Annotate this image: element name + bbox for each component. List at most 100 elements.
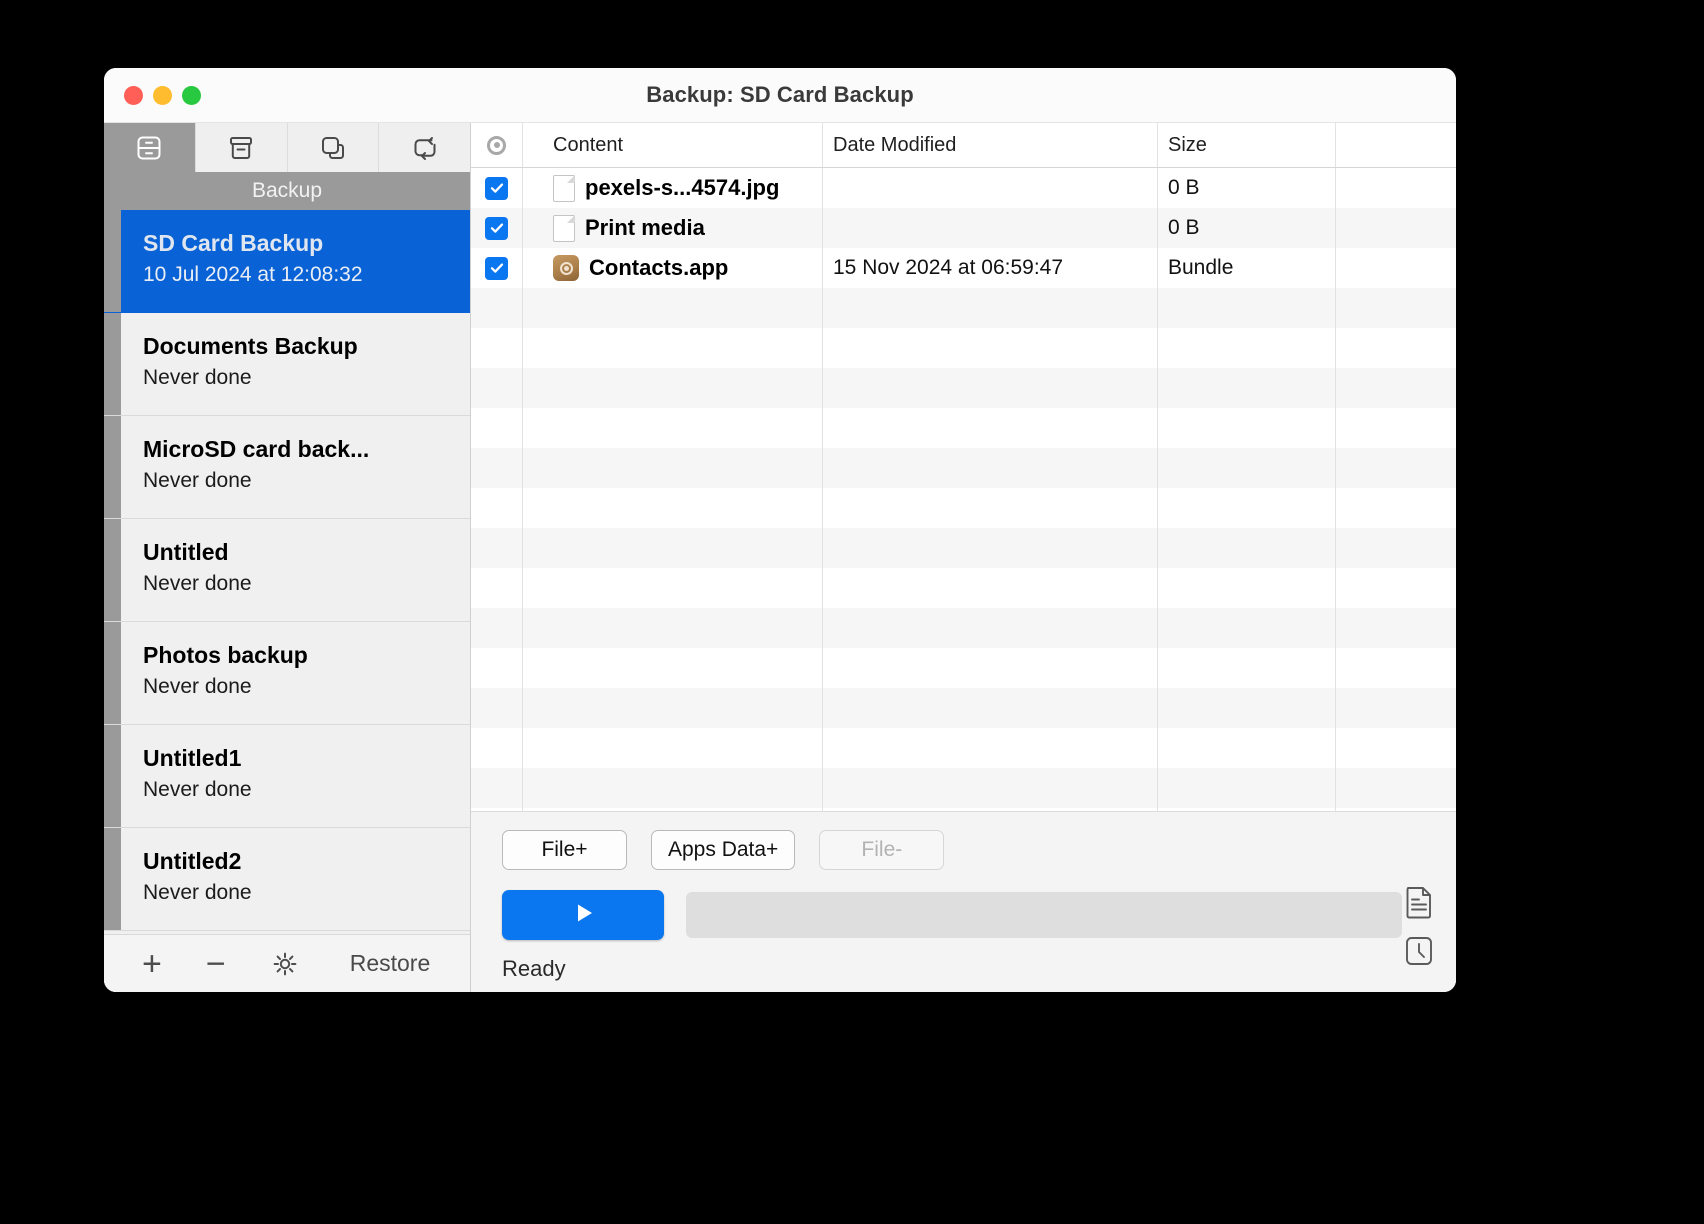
row-checkbox-cell[interactable] bbox=[471, 248, 523, 288]
table-empty-row bbox=[471, 488, 1456, 528]
backup-job-subtitle: Never done bbox=[143, 571, 470, 597]
gear-icon[interactable] bbox=[270, 949, 300, 979]
backup-job-item[interactable]: UntitledNever done bbox=[104, 519, 470, 622]
remove-backup-button[interactable]: − bbox=[206, 947, 226, 981]
empty-date-cell bbox=[823, 488, 1158, 528]
empty-check-cell bbox=[471, 568, 523, 608]
empty-spacer-cell bbox=[1336, 448, 1456, 488]
app-bundle-icon bbox=[553, 255, 579, 281]
sidebar: Backup SD Card Backup10 Jul 2024 at 12:0… bbox=[104, 123, 471, 992]
column-header-content[interactable]: Content bbox=[523, 123, 823, 167]
column-header-date-modified[interactable]: Date Modified bbox=[823, 123, 1158, 167]
backup-job-gutter bbox=[104, 725, 121, 827]
row-size-cell: 0 B bbox=[1158, 208, 1336, 248]
tab-archive[interactable] bbox=[196, 123, 288, 172]
backup-job-body: Photos backupNever done bbox=[121, 622, 470, 724]
action-button-apps-data[interactable]: Apps Data+ bbox=[651, 830, 795, 870]
table-empty-row bbox=[471, 648, 1456, 688]
table-row[interactable]: Print media0 B bbox=[471, 208, 1456, 248]
content-table: Content Date Modified Size pexels-s...45… bbox=[471, 123, 1456, 811]
add-backup-button[interactable]: + bbox=[142, 947, 162, 981]
backup-job-subtitle: Never done bbox=[143, 777, 470, 803]
window-title: Backup: SD Card Backup bbox=[104, 82, 1456, 108]
table-row[interactable]: Contacts.app15 Nov 2024 at 06:59:47Bundl… bbox=[471, 248, 1456, 288]
empty-check-cell bbox=[471, 648, 523, 688]
row-checkbox-cell[interactable] bbox=[471, 208, 523, 248]
empty-spacer-cell bbox=[1336, 688, 1456, 728]
empty-spacer-cell bbox=[1336, 328, 1456, 368]
row-size-value: 0 B bbox=[1168, 216, 1200, 240]
empty-spacer-cell bbox=[1336, 768, 1456, 808]
backup-job-subtitle: Never done bbox=[143, 674, 470, 700]
title-bar: Backup: SD Card Backup bbox=[104, 68, 1456, 123]
backup-job-subtitle: 10 Jul 2024 at 12:08:32 bbox=[143, 262, 470, 288]
restore-button[interactable]: Restore bbox=[350, 950, 431, 977]
backup-job-body: MicroSD card back... Never done bbox=[121, 416, 470, 518]
tab-sync[interactable] bbox=[379, 123, 470, 172]
empty-content-cell bbox=[523, 568, 823, 608]
backup-job-subtitle: Never done bbox=[143, 468, 470, 494]
row-checkbox-cell[interactable] bbox=[471, 168, 523, 208]
minimize-button[interactable] bbox=[153, 86, 172, 105]
checkbox-checked-icon[interactable] bbox=[485, 177, 508, 200]
empty-size-cell bbox=[1158, 728, 1336, 768]
empty-size-cell bbox=[1158, 488, 1336, 528]
empty-check-cell bbox=[471, 368, 523, 408]
row-date-cell bbox=[823, 208, 1158, 248]
history-clock-icon[interactable] bbox=[1402, 933, 1436, 969]
backup-job-body: UntitledNever done bbox=[121, 519, 470, 621]
drive-icon bbox=[134, 133, 164, 163]
table-row[interactable]: pexels-s...4574.jpg0 B bbox=[471, 168, 1456, 208]
empty-date-cell bbox=[823, 688, 1158, 728]
action-button-row: File+Apps Data+File- bbox=[471, 830, 1456, 870]
row-content-cell: pexels-s...4574.jpg bbox=[523, 168, 823, 208]
run-backup-button[interactable] bbox=[502, 890, 664, 940]
play-icon bbox=[568, 898, 598, 933]
backup-job-subtitle: Never done bbox=[143, 365, 470, 391]
zoom-button[interactable] bbox=[182, 86, 201, 105]
empty-content-cell bbox=[523, 288, 823, 328]
close-button[interactable] bbox=[124, 86, 143, 105]
tab-clone[interactable] bbox=[288, 123, 380, 172]
column-header-size[interactable]: Size bbox=[1158, 123, 1336, 167]
row-size-value: Bundle bbox=[1168, 256, 1233, 280]
backup-job-item[interactable]: Untitled1Never done bbox=[104, 725, 470, 828]
empty-size-cell bbox=[1158, 328, 1336, 368]
empty-content-cell bbox=[523, 328, 823, 368]
backup-job-item[interactable]: SD Card Backup10 Jul 2024 at 12:08:32 bbox=[104, 210, 470, 313]
backup-job-title: Untitled2 bbox=[143, 847, 470, 876]
empty-content-cell bbox=[523, 688, 823, 728]
empty-spacer-cell bbox=[1336, 568, 1456, 608]
empty-date-cell bbox=[823, 728, 1158, 768]
file-icon bbox=[553, 215, 575, 242]
action-button-file[interactable]: File+ bbox=[502, 830, 627, 870]
log-document-icon[interactable] bbox=[1402, 884, 1436, 920]
backup-job-item[interactable]: MicroSD card back... Never done bbox=[104, 416, 470, 519]
backup-job-item[interactable]: Photos backupNever done bbox=[104, 622, 470, 725]
empty-size-cell bbox=[1158, 688, 1336, 728]
backup-job-item[interactable]: Untitled2Never done bbox=[104, 828, 470, 931]
empty-check-cell bbox=[471, 688, 523, 728]
backup-job-title: MicroSD card back... bbox=[143, 435, 470, 464]
empty-check-cell bbox=[471, 328, 523, 368]
empty-date-cell bbox=[823, 568, 1158, 608]
row-spacer-cell bbox=[1336, 168, 1456, 208]
column-header-spacer bbox=[1336, 123, 1456, 167]
backup-job-gutter bbox=[104, 622, 121, 724]
sync-icon bbox=[410, 133, 440, 163]
tab-backup[interactable] bbox=[104, 123, 196, 172]
empty-spacer-cell bbox=[1336, 488, 1456, 528]
main-content: Content Date Modified Size pexels-s...45… bbox=[471, 123, 1456, 992]
row-date-cell bbox=[823, 168, 1158, 208]
bottom-panel: File+Apps Data+File- bbox=[471, 811, 1456, 992]
backup-job-title: Documents Backup bbox=[143, 332, 470, 361]
checkbox-checked-icon[interactable] bbox=[485, 217, 508, 240]
sidebar-footer-toolbar: + − bbox=[104, 934, 470, 992]
empty-spacer-cell bbox=[1336, 368, 1456, 408]
backup-job-item[interactable]: Documents Backup Never done bbox=[104, 313, 470, 416]
empty-size-cell bbox=[1158, 368, 1336, 408]
empty-spacer-cell bbox=[1336, 648, 1456, 688]
column-header-check[interactable] bbox=[471, 123, 523, 167]
checkbox-checked-icon[interactable] bbox=[485, 257, 508, 280]
window-body: Backup SD Card Backup10 Jul 2024 at 12:0… bbox=[104, 123, 1456, 992]
